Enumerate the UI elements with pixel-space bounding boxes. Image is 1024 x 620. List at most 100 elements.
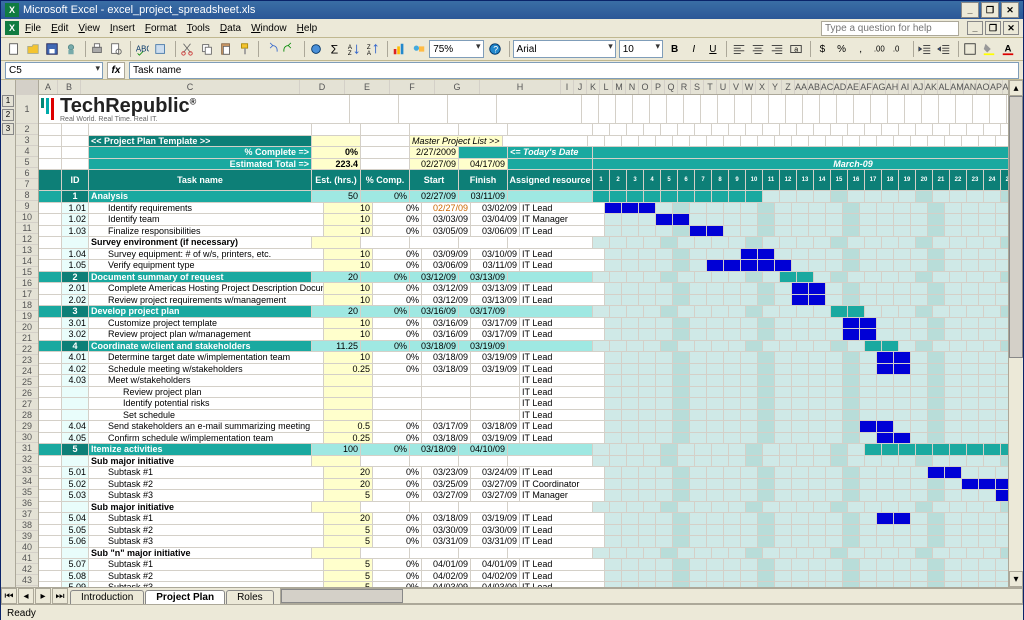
menu-file[interactable]: File xyxy=(25,23,41,34)
cell[interactable] xyxy=(780,124,797,135)
cell[interactable] xyxy=(928,352,945,363)
cell[interactable]: 03/13/09 xyxy=(471,283,520,294)
cell[interactable] xyxy=(741,571,758,582)
cell[interactable] xyxy=(707,536,724,547)
cell[interactable] xyxy=(780,444,797,455)
cell[interactable]: Schedule meeting w/stakeholders xyxy=(89,364,324,375)
row-header[interactable]: 39 xyxy=(16,531,38,542)
cell[interactable]: 03/31/09 xyxy=(471,536,520,547)
cell[interactable] xyxy=(962,421,979,432)
cell[interactable] xyxy=(933,306,950,317)
cell[interactable]: 0% xyxy=(373,249,422,260)
cell[interactable] xyxy=(741,260,758,271)
cell[interactable] xyxy=(928,433,945,444)
cell[interactable] xyxy=(644,306,661,317)
row-header[interactable]: 36 xyxy=(16,498,38,509)
col-header-AA[interactable]: AA xyxy=(795,80,808,94)
cell[interactable] xyxy=(459,237,508,248)
cell[interactable] xyxy=(945,479,962,490)
cell[interactable] xyxy=(707,375,724,386)
cell[interactable]: IT Lead xyxy=(520,329,605,340)
cell[interactable] xyxy=(843,387,860,398)
cell[interactable] xyxy=(639,582,656,587)
cell[interactable] xyxy=(741,318,758,329)
cell[interactable]: IT Lead xyxy=(520,571,605,582)
cell[interactable] xyxy=(62,387,89,398)
cell[interactable]: 5.02 xyxy=(62,479,89,490)
cell[interactable] xyxy=(712,272,729,283)
cell[interactable] xyxy=(690,490,707,501)
cell[interactable] xyxy=(860,559,877,570)
cell[interactable] xyxy=(39,421,62,432)
cell[interactable] xyxy=(860,352,877,363)
row-header[interactable]: 31 xyxy=(16,443,38,454)
cell[interactable] xyxy=(656,525,673,536)
cell[interactable] xyxy=(724,559,741,570)
cell[interactable] xyxy=(605,318,622,329)
cell[interactable] xyxy=(39,513,62,524)
cell[interactable] xyxy=(928,559,945,570)
sheet-tab-project-plan[interactable]: Project Plan xyxy=(145,590,225,604)
cell[interactable] xyxy=(690,136,707,147)
cell[interactable] xyxy=(928,479,945,490)
cell[interactable] xyxy=(809,136,826,147)
cell[interactable] xyxy=(894,559,911,570)
cell[interactable] xyxy=(797,341,814,352)
cell[interactable] xyxy=(644,341,661,352)
cell[interactable] xyxy=(860,375,877,386)
cell[interactable] xyxy=(792,467,809,478)
cell[interactable] xyxy=(945,536,962,547)
cell[interactable] xyxy=(312,456,361,467)
cell[interactable] xyxy=(877,318,894,329)
cell[interactable] xyxy=(882,341,899,352)
cell[interactable] xyxy=(605,525,622,536)
cell[interactable] xyxy=(792,375,809,386)
cell[interactable] xyxy=(712,341,729,352)
cell[interactable] xyxy=(996,260,1008,271)
cell[interactable]: Subtask #2 xyxy=(89,571,324,582)
cell[interactable] xyxy=(605,295,622,306)
cell[interactable] xyxy=(950,548,967,559)
cell[interactable] xyxy=(916,456,933,467)
cell[interactable] xyxy=(945,203,962,214)
cell[interactable] xyxy=(605,467,622,478)
cell[interactable] xyxy=(673,260,690,271)
cell[interactable] xyxy=(996,559,1008,570)
cell[interactable] xyxy=(724,352,741,363)
cell[interactable] xyxy=(39,170,62,190)
cell[interactable]: 03/12/09 xyxy=(422,283,471,294)
cell[interactable]: 18 xyxy=(882,170,899,190)
cell[interactable]: Subtask #3 xyxy=(89,582,324,587)
cell[interactable] xyxy=(741,582,758,587)
cell[interactable] xyxy=(639,136,656,147)
cell[interactable] xyxy=(831,272,848,283)
row-header[interactable]: 41 xyxy=(16,553,38,564)
cell[interactable] xyxy=(775,260,792,271)
cell[interactable] xyxy=(780,502,797,513)
cell[interactable] xyxy=(911,582,928,587)
cell[interactable] xyxy=(860,467,877,478)
cell[interactable] xyxy=(62,237,89,248)
cell[interactable] xyxy=(593,237,610,248)
cell[interactable]: 0% xyxy=(373,329,422,340)
cell[interactable] xyxy=(712,502,729,513)
cell[interactable] xyxy=(950,456,967,467)
cell[interactable] xyxy=(916,191,933,202)
cell[interactable] xyxy=(996,318,1008,329)
cell[interactable] xyxy=(877,249,894,260)
autosum-button[interactable]: Σ xyxy=(327,39,344,59)
cell[interactable] xyxy=(945,329,962,340)
cell[interactable] xyxy=(729,456,746,467)
cell[interactable] xyxy=(656,398,673,409)
cell[interactable] xyxy=(792,571,809,582)
cell[interactable] xyxy=(701,95,718,123)
cell[interactable]: Finalize responsibilities xyxy=(89,226,324,237)
cell[interactable] xyxy=(622,398,639,409)
cell[interactable] xyxy=(661,191,678,202)
cell[interactable] xyxy=(678,502,695,513)
cell[interactable] xyxy=(928,203,945,214)
cell[interactable]: IT Lead xyxy=(520,582,605,587)
col-header-S[interactable]: S xyxy=(691,80,704,94)
col-header-D[interactable]: D xyxy=(300,80,345,94)
cell[interactable] xyxy=(39,272,62,283)
